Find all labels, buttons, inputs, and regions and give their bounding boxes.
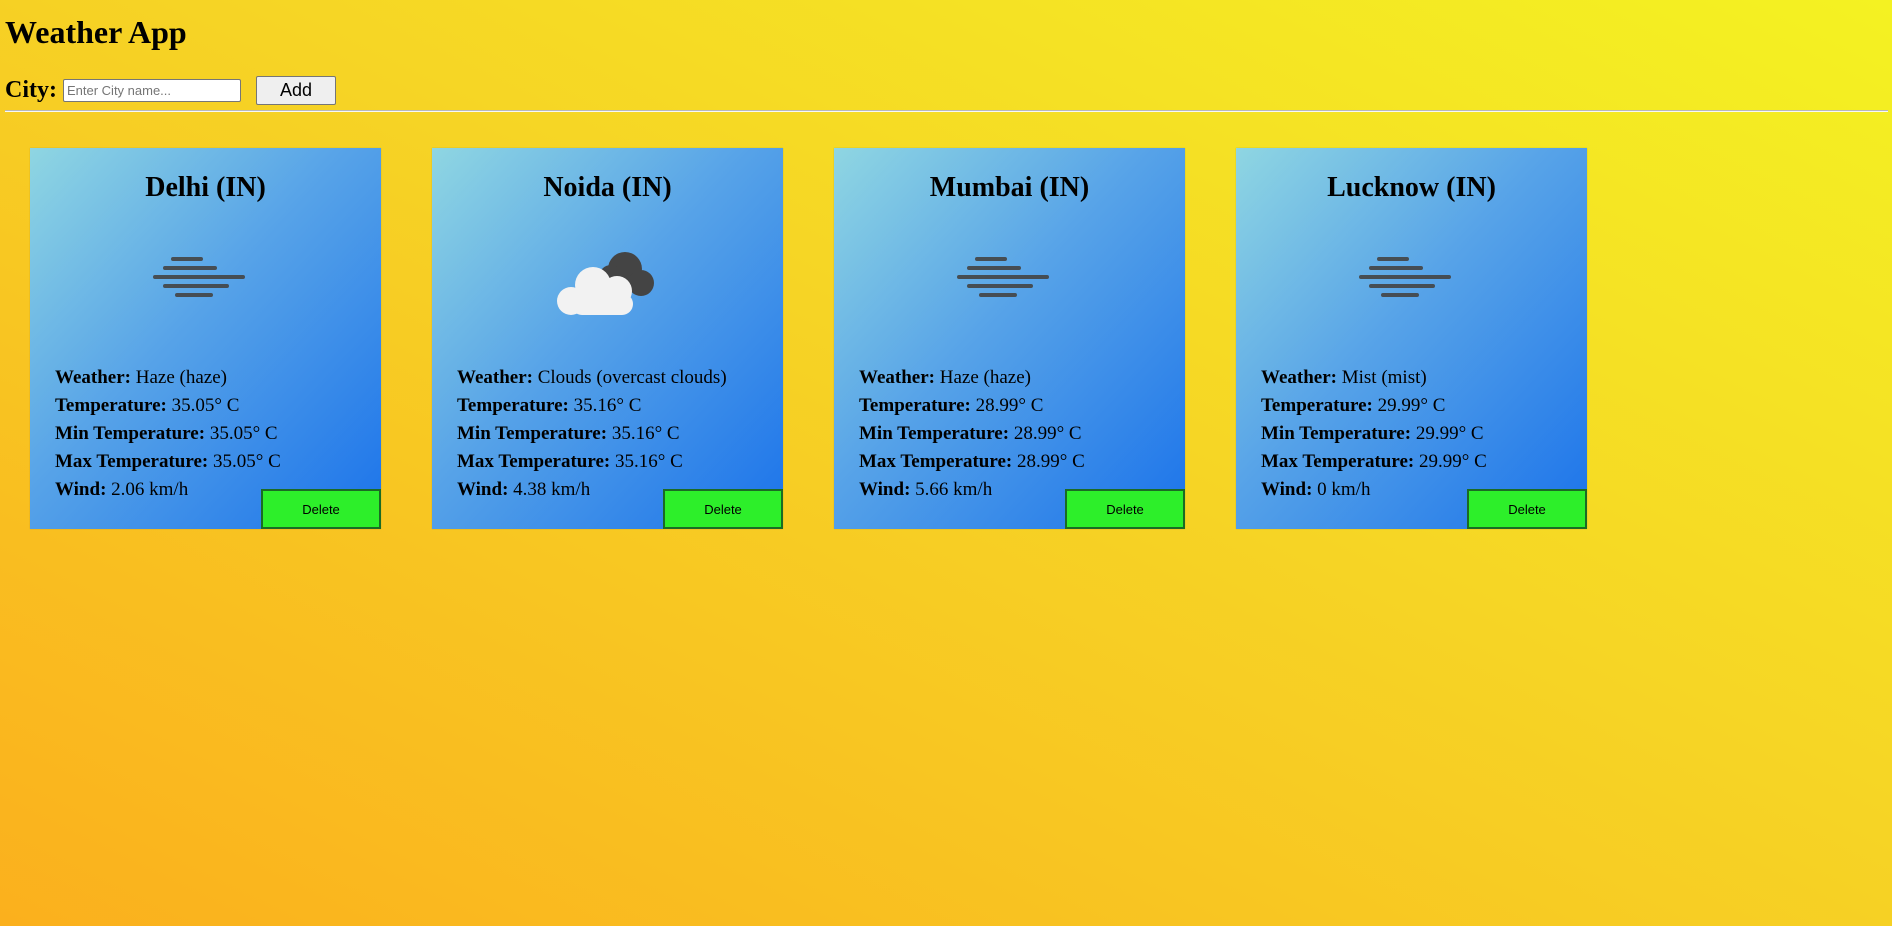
- temperature-row: Temperature: 35.16° C: [457, 392, 727, 420]
- weather-card: Lucknow (IN) Weather: Mist (mist) Temper…: [1236, 148, 1587, 529]
- weather-card: Noida (IN) Weather: Clouds (overcast clo…: [432, 148, 783, 529]
- mist-icon: [1359, 257, 1451, 297]
- min-temperature-label: Min Temperature:: [859, 423, 1010, 444]
- min-temperature-row: Min Temperature: 28.99° C: [859, 420, 1085, 448]
- min-temperature-label: Min Temperature:: [55, 423, 206, 444]
- clouds-icon: [557, 252, 654, 315]
- wind-row: Wind: 0 km/h: [1261, 476, 1487, 504]
- max-temperature-row: Max Temperature: 35.16° C: [457, 448, 727, 476]
- temperature-label: Temperature:: [55, 395, 167, 416]
- weather-label: Weather:: [457, 367, 533, 388]
- max-temperature-label: Max Temperature:: [1261, 451, 1415, 472]
- min-temperature-label: Min Temperature:: [1261, 423, 1412, 444]
- wind-label: Wind:: [1261, 479, 1313, 500]
- min-temperature-value: 28.99° C: [1013, 423, 1082, 444]
- min-temperature-value: 35.05° C: [209, 423, 278, 444]
- weather-row: Weather: Haze (haze): [55, 364, 281, 392]
- delete-button[interactable]: Delete: [1065, 489, 1185, 529]
- card-city: Noida (IN): [543, 172, 672, 203]
- wind-value: 4.38 km/h: [513, 479, 591, 500]
- weather-value: Haze (haze): [939, 367, 1031, 388]
- weather-row: Weather: Clouds (overcast clouds): [457, 364, 727, 392]
- temperature-label: Temperature:: [457, 395, 569, 416]
- max-temperature-row: Max Temperature: 35.05° C: [55, 448, 281, 476]
- card-city: Lucknow (IN): [1327, 172, 1496, 203]
- weather-label: Weather:: [1261, 367, 1337, 388]
- weather-card: Mumbai (IN) Weather: Haze (haze) Tempera…: [834, 148, 1185, 529]
- wind-value: 2.06 km/h: [111, 479, 189, 500]
- min-temperature-row: Min Temperature: 35.16° C: [457, 420, 727, 448]
- weather-row: Weather: Haze (haze): [859, 364, 1085, 392]
- delete-button[interactable]: Delete: [261, 489, 381, 529]
- city-label: City:: [5, 77, 57, 103]
- max-temperature-label: Max Temperature:: [859, 451, 1013, 472]
- card-city: Mumbai (IN): [929, 172, 1090, 203]
- wind-label: Wind:: [55, 479, 107, 500]
- weather-value: Haze (haze): [135, 367, 227, 388]
- min-temperature-label: Min Temperature:: [457, 423, 608, 444]
- add-city-form: City: Add: [5, 76, 336, 105]
- temperature-label: Temperature:: [859, 395, 971, 416]
- weather-card: Delhi (IN) Weather: Haze (haze) Temperat…: [30, 148, 381, 529]
- haze-icon: [957, 257, 1049, 297]
- delete-button[interactable]: Delete: [1467, 489, 1587, 529]
- wind-value: 5.66 km/h: [915, 479, 993, 500]
- card-city: Delhi (IN): [145, 172, 266, 203]
- temperature-row: Temperature: 29.99° C: [1261, 392, 1487, 420]
- haze-icon: [153, 257, 245, 297]
- divider: [5, 110, 1888, 112]
- weather-value: Clouds (overcast clouds): [537, 367, 727, 388]
- add-button[interactable]: Add: [255, 76, 336, 105]
- wind-label: Wind:: [859, 479, 911, 500]
- temperature-row: Temperature: 35.05° C: [55, 392, 281, 420]
- delete-button[interactable]: Delete: [663, 489, 783, 529]
- card-info: Weather: Haze (haze) Temperature: 28.99°…: [859, 364, 1085, 504]
- card-info: Weather: Mist (mist) Temperature: 29.99°…: [1261, 364, 1487, 504]
- temperature-value: 29.99° C: [1377, 395, 1446, 416]
- card-info: Weather: Clouds (overcast clouds) Temper…: [457, 364, 727, 504]
- wind-value: 0 km/h: [1317, 479, 1371, 500]
- weather-row: Weather: Mist (mist): [1261, 364, 1487, 392]
- weather-app-page: Weather App City: Add Delhi (IN) Weather…: [0, 0, 1892, 926]
- max-temperature-label: Max Temperature:: [457, 451, 611, 472]
- max-temperature-row: Max Temperature: 29.99° C: [1261, 448, 1487, 476]
- card-info: Weather: Haze (haze) Temperature: 35.05°…: [55, 364, 281, 504]
- min-temperature-value: 29.99° C: [1415, 423, 1484, 444]
- temperature-value: 35.16° C: [573, 395, 642, 416]
- temperature-label: Temperature:: [1261, 395, 1373, 416]
- weather-label: Weather:: [55, 367, 131, 388]
- min-temperature-value: 35.16° C: [611, 423, 680, 444]
- wind-row: Wind: 5.66 km/h: [859, 476, 1085, 504]
- temperature-value: 35.05° C: [171, 395, 240, 416]
- max-temperature-value: 28.99° C: [1016, 451, 1085, 472]
- max-temperature-value: 35.05° C: [212, 451, 281, 472]
- max-temperature-row: Max Temperature: 28.99° C: [859, 448, 1085, 476]
- weather-label: Weather:: [859, 367, 935, 388]
- wind-row: Wind: 2.06 km/h: [55, 476, 281, 504]
- max-temperature-value: 29.99° C: [1418, 451, 1487, 472]
- city-input[interactable]: [62, 79, 241, 102]
- temperature-value: 28.99° C: [975, 395, 1044, 416]
- app-title: Weather App: [5, 14, 187, 50]
- temperature-row: Temperature: 28.99° C: [859, 392, 1085, 420]
- weather-value: Mist (mist): [1341, 367, 1427, 388]
- max-temperature-value: 35.16° C: [614, 451, 683, 472]
- max-temperature-label: Max Temperature:: [55, 451, 209, 472]
- min-temperature-row: Min Temperature: 29.99° C: [1261, 420, 1487, 448]
- min-temperature-row: Min Temperature: 35.05° C: [55, 420, 281, 448]
- wind-label: Wind:: [457, 479, 509, 500]
